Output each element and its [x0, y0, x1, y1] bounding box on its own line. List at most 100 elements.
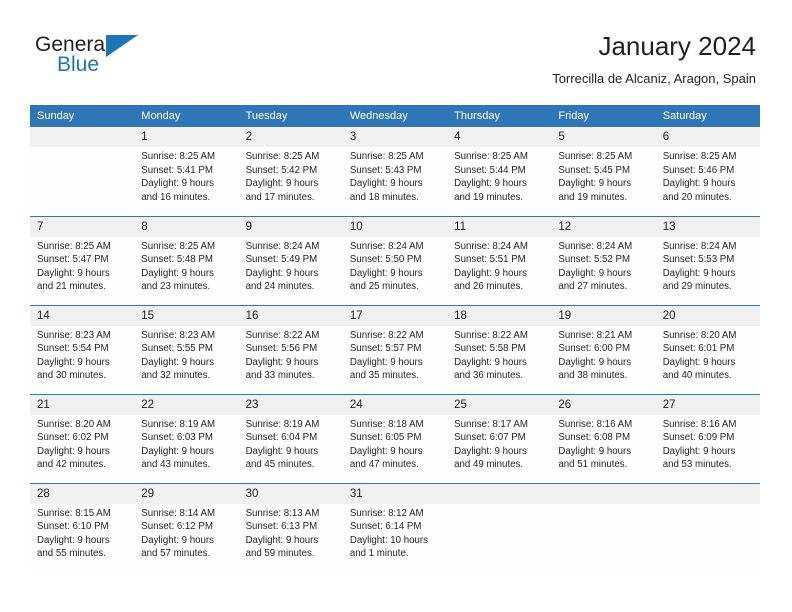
calendar-day-cell[interactable]: 6 Sunrise: 8:25 AM Sunset: 5:46 PM Daylight… [655, 127, 760, 216]
sunset-text: Sunset: 5:43 PM [349, 164, 422, 176]
calendar-day-cell[interactable]: 2 Sunrise: 8:25 AM Sunset: 5:42 PM Daylight… [238, 127, 343, 216]
calendar-page: General Blue January 2024 Torrecilla de … [0, 0, 792, 612]
calendar-day-cell[interactable]: 11 Sunrise: 8:24 AM Sunset: 5:51 PM Dayligh… [447, 215, 552, 305]
day-number: 31 [342, 483, 448, 504]
sunset-text: Sunset: 6:02 PM [37, 432, 109, 444]
day-number: 21 [30, 394, 135, 415]
calendar-week-row: 21 Sunrise: 8:20 AM Sunset: 6:02 PM Dayligh… [30, 393, 760, 483]
daylight-text: Daylight: 9 hours and 27 minutes. [558, 267, 632, 293]
brand-logo[interactable]: General Blue [35, 34, 215, 84]
calendar-day-cell[interactable]: 30 Sunrise: 8:13 AM Sunset: 6:13 PM Dayligh… [238, 482, 343, 572]
sunrise-text: Sunrise: 8:19 AM [245, 418, 320, 430]
calendar-day-cell[interactable]: 28 Sunrise: 8:15 AM Sunset: 6:10 PM Dayligh… [30, 482, 135, 572]
sunset-text: Sunset: 5:41 PM [141, 164, 213, 176]
sunrise-text: Sunrise: 8:12 AM [349, 507, 424, 519]
calendar-day-cell[interactable]: 10 Sunrise: 8:24 AM Sunset: 5:50 PM Dayligh… [342, 215, 448, 305]
daylight-text: Daylight: 9 hours and 43 minutes. [141, 445, 214, 471]
sunrise-text: Sunrise: 8:21 AM [558, 329, 633, 341]
calendar-day-cell[interactable]: 13 Sunrise: 8:24 AM Sunset: 5:53 PM Dayligh… [655, 215, 760, 305]
day-details: Sunrise: 8:22 AM Sunset: 5:56 PM Daylight:… [239, 326, 343, 383]
day-number: 25 [447, 394, 552, 415]
calendar-header-row: Sunday Monday Tuesday Wednesday Thursday Frid… [30, 105, 760, 127]
calendar-day-cell[interactable]: 24 Sunrise: 8:18 AM Sunset: 6:05 PM Dayligh… [342, 393, 448, 483]
calendar-day-cell[interactable]: 23 Sunrise: 8:19 AM Sunset: 6:04 PM Dayligh… [238, 393, 343, 483]
day-details: Sunrise: 8:15 AM Sunset: 6:10 PM Daylight:… [30, 504, 134, 561]
sunset-text: Sunset: 6:14 PM [349, 521, 422, 533]
page-subtitle: Torrecilla de Alcaniz, Aragon, Spain [552, 71, 756, 86]
calendar-day-cell[interactable]: 7 Sunrise: 8:25 AM Sunset: 5:47 PM Daylight… [30, 215, 135, 305]
calendar-day-cell[interactable]: 16 Sunrise: 8:22 AM Sunset: 5:56 PM Dayligh… [238, 304, 343, 394]
sunset-text: Sunset: 5:56 PM [245, 343, 318, 355]
calendar-day-cell[interactable]: 1 Sunrise: 8:25 AM Sunset: 5:41 PM Daylight… [134, 127, 239, 216]
calendar-week-row: 7 Sunrise: 8:25 AM Sunset: 5:47 PM Daylight… [30, 215, 760, 305]
sunrise-text: Sunrise: 8:24 AM [662, 240, 737, 252]
daylight-text: Daylight: 9 hours and 24 minutes. [245, 267, 319, 293]
daylight-text: Daylight: 9 hours and 55 minutes. [37, 534, 110, 560]
page-header: General Blue January 2024 Torrecilla de … [0, 0, 792, 100]
day-number: 3 [342, 127, 448, 147]
day-number: 9 [238, 216, 343, 237]
calendar-day-cell[interactable]: 26 Sunrise: 8:16 AM Sunset: 6:08 PM Dayligh… [551, 393, 656, 483]
sunset-text: Sunset: 6:04 PM [245, 432, 318, 444]
sunset-text: Sunset: 6:05 PM [349, 432, 422, 444]
sunrise-text: Sunrise: 8:25 AM [245, 151, 320, 162]
daylight-text: Daylight: 9 hours and 33 minutes. [245, 356, 319, 382]
calendar-day-cell[interactable]: 15 Sunrise: 8:23 AM Sunset: 5:55 PM Dayligh… [134, 304, 239, 394]
daylight-text: Daylight: 9 hours and 19 minutes. [454, 178, 527, 203]
day-details: Sunrise: 8:25 AM Sunset: 5:48 PM Daylight:… [134, 237, 238, 294]
daylight-text: Daylight: 9 hours and 18 minutes. [349, 178, 423, 203]
calendar-day-cell[interactable]: 14 Sunrise: 8:23 AM Sunset: 5:54 PM Dayligh… [30, 304, 135, 394]
sunset-text: Sunset: 5:55 PM [141, 343, 213, 355]
calendar-day-cell[interactable]: 22 Sunrise: 8:19 AM Sunset: 6:03 PM Dayligh… [134, 393, 239, 483]
sunrise-text: Sunrise: 8:24 AM [558, 240, 633, 252]
sunrise-text: Sunrise: 8:20 AM [662, 329, 737, 341]
sunset-text: Sunset: 6:12 PM [141, 521, 213, 533]
calendar-day-cell[interactable]: 21 Sunrise: 8:20 AM Sunset: 6:02 PM Dayligh… [30, 393, 135, 483]
daylight-text: Daylight: 9 hours and 30 minutes. [37, 356, 110, 382]
calendar-day-cell[interactable]: 18 Sunrise: 8:22 AM Sunset: 5:58 PM Dayligh… [447, 304, 552, 394]
day-number: 13 [655, 216, 760, 237]
sunset-text: Sunset: 5:42 PM [245, 164, 318, 176]
calendar-day-cell[interactable]: 25 Sunrise: 8:17 AM Sunset: 6:07 PM Dayligh… [447, 393, 552, 483]
weekday-header-thursday: Thursday [447, 105, 552, 127]
daylight-text: Daylight: 9 hours and 42 minutes. [37, 445, 110, 471]
sunset-text: Sunset: 6:01 PM [662, 343, 735, 355]
day-details: Sunrise: 8:19 AM Sunset: 6:03 PM Daylight:… [134, 415, 238, 472]
calendar-day-cell[interactable]: 3 Sunrise: 8:25 AM Sunset: 5:43 PM Daylight… [342, 127, 448, 216]
calendar-day-cell[interactable]: 12 Sunrise: 8:24 AM Sunset: 5:52 PM Dayligh… [551, 215, 656, 305]
day-number: 23 [238, 394, 343, 415]
sunrise-text: Sunrise: 8:25 AM [662, 151, 737, 162]
calendar-day-cell[interactable]: 20 Sunrise: 8:20 AM Sunset: 6:01 PM Dayligh… [655, 304, 760, 394]
day-details: Sunrise: 8:25 AM Sunset: 5:41 PM Daylight:… [134, 147, 238, 204]
day-details: Sunrise: 8:24 AM Sunset: 5:53 PM Daylight:… [656, 237, 760, 294]
day-details: Sunrise: 8:14 AM Sunset: 6:12 PM Daylight:… [134, 504, 238, 561]
daylight-text: Daylight: 9 hours and 23 minutes. [141, 267, 214, 293]
sunrise-text: Sunrise: 8:22 AM [245, 329, 320, 341]
day-number: 5 [551, 127, 656, 147]
day-details: Sunrise: 8:19 AM Sunset: 6:04 PM Daylight:… [239, 415, 343, 472]
calendar-day-cell[interactable]: 8 Sunrise: 8:25 AM Sunset: 5:48 PM Daylight… [134, 215, 239, 305]
daylight-text: Daylight: 9 hours and 29 minutes. [662, 267, 736, 293]
day-number [551, 483, 656, 504]
day-details: Sunrise: 8:25 AM Sunset: 5:45 PM Daylight:… [551, 147, 655, 204]
calendar-day-cell[interactable]: 5 Sunrise: 8:25 AM Sunset: 5:45 PM Daylight… [551, 127, 656, 216]
calendar-day-cell[interactable]: 27 Sunrise: 8:16 AM Sunset: 6:09 PM Dayligh… [655, 393, 760, 483]
calendar-day-cell[interactable]: 31 Sunrise: 8:12 AM Sunset: 6:14 PM Dayligh… [342, 482, 448, 572]
day-number [30, 127, 135, 147]
calendar-day-cell[interactable]: 4 Sunrise: 8:25 AM Sunset: 5:44 PM Daylight… [447, 127, 552, 216]
calendar-day-cell[interactable]: 19 Sunrise: 8:21 AM Sunset: 6:00 PM Dayligh… [551, 304, 656, 394]
calendar-day-cell[interactable]: 17 Sunrise: 8:22 AM Sunset: 5:57 PM Dayligh… [342, 304, 448, 394]
sunset-text: Sunset: 6:09 PM [662, 432, 735, 444]
sunrise-text: Sunrise: 8:25 AM [558, 151, 633, 162]
sunrise-text: Sunrise: 8:23 AM [141, 329, 216, 341]
daylight-text: Daylight: 9 hours and 47 minutes. [349, 445, 423, 471]
daylight-text: Daylight: 9 hours and 36 minutes. [454, 356, 527, 382]
day-number: 30 [238, 483, 343, 504]
calendar-day-cell[interactable]: 29 Sunrise: 8:14 AM Sunset: 6:12 PM Dayligh… [134, 482, 239, 572]
calendar-day-cell[interactable]: 9 Sunrise: 8:24 AM Sunset: 5:49 PM Daylight… [238, 215, 343, 305]
day-number: 22 [134, 394, 239, 415]
sunrise-text: Sunrise: 8:22 AM [454, 329, 528, 341]
sunrise-text: Sunrise: 8:13 AM [245, 507, 320, 519]
day-details: Sunrise: 8:16 AM Sunset: 6:09 PM Daylight:… [656, 415, 760, 472]
day-number [655, 483, 760, 504]
